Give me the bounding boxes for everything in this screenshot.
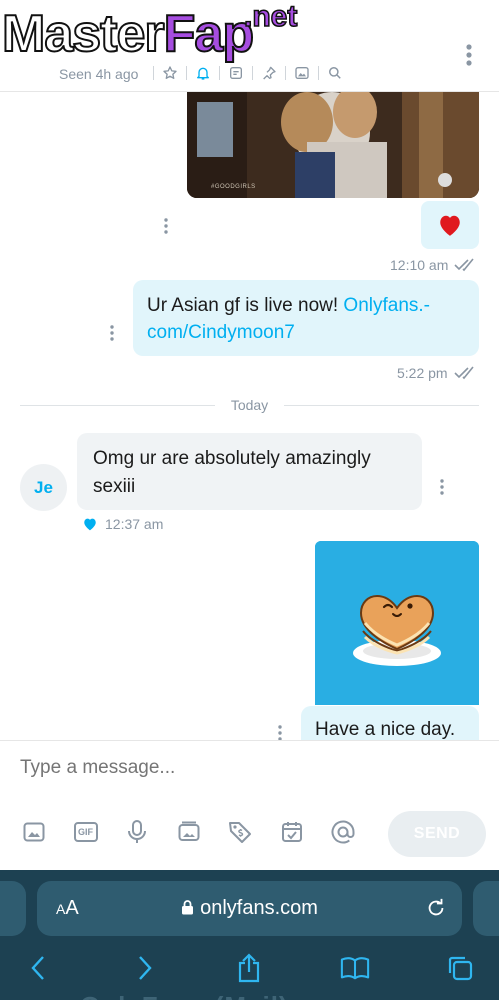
chat-header: MasterFap .net Seen 4h ago — [0, 0, 499, 92]
incoming-message[interactable]: Omg ur are absolutely amazingly sexiii — [77, 433, 422, 510]
back-icon[interactable] — [23, 953, 53, 983]
browser-nav-row — [0, 953, 499, 985]
last-seen-status: Seen 4h ago — [59, 66, 139, 82]
watermark-logo: MasterFap — [1, 5, 255, 63]
send-button[interactable]: SEND — [388, 811, 486, 857]
day-label: Today — [230, 397, 269, 413]
gif-icon[interactable]: GIF — [73, 819, 99, 845]
photo-caption: #GOODGIRLS — [211, 184, 256, 190]
star-icon[interactable] — [159, 63, 181, 83]
url-text: onlyfans.com — [200, 897, 318, 919]
message-text: Omg ur are absolutely amazingly sexiii — [93, 448, 371, 497]
page-title-ghost: OnlyFans (Mail) — [80, 991, 289, 1000]
previous-tab[interactable] — [0, 881, 26, 936]
bell-icon[interactable] — [192, 63, 214, 83]
gif-label: GIF — [78, 827, 93, 837]
timestamp: 12:10 am — [390, 257, 449, 273]
image-icon[interactable] — [291, 63, 313, 83]
message-composer: GIF SEND — [0, 740, 499, 870]
microphone-icon[interactable] — [124, 819, 150, 845]
tabs-icon[interactable] — [445, 953, 475, 983]
forward-icon[interactable] — [130, 953, 160, 983]
read-double-check-icon — [454, 258, 474, 272]
address-bar[interactable]: AAAA onlyfans.com — [37, 881, 462, 936]
mention-icon[interactable] — [330, 819, 356, 845]
media-vault-icon[interactable] — [176, 819, 202, 845]
message-input[interactable] — [20, 757, 460, 779]
avatar[interactable]: Je — [20, 464, 67, 511]
price-tag-icon[interactable] — [227, 819, 253, 845]
read-double-check-icon — [454, 366, 474, 380]
heart-message-time: 12:10 am — [390, 257, 478, 273]
outgoing-message[interactable]: Have a nice day. — [301, 706, 479, 740]
watermark-net: .net — [243, 0, 298, 34]
note-icon[interactable] — [225, 63, 247, 83]
url-display[interactable]: onlyfans.com — [37, 897, 462, 920]
timestamp: 12:37 am — [105, 516, 164, 532]
message-text: Have a nice day. — [315, 719, 456, 740]
bookmarks-icon[interactable] — [340, 953, 370, 983]
header-icon-row — [148, 63, 346, 83]
message-list[interactable]: #GOODGIRLS 12:10 am Ur Asian gf is live … — [0, 92, 499, 740]
reload-icon[interactable] — [425, 897, 447, 919]
message-text: Ur Asian gf is live now! — [147, 295, 344, 316]
more-options-icon[interactable] — [461, 42, 477, 70]
timestamp: 5:22 pm — [397, 365, 448, 381]
sent-photo[interactable]: #GOODGIRLS — [187, 92, 479, 198]
composer-toolbar: GIF — [21, 819, 382, 845]
sent-sticker[interactable] — [315, 541, 479, 705]
search-icon[interactable] — [324, 63, 346, 83]
message-options-icon[interactable] — [107, 324, 117, 342]
message-options-icon[interactable] — [161, 217, 171, 235]
message-options-icon[interactable] — [437, 478, 447, 496]
pin-icon[interactable] — [258, 63, 280, 83]
liked-heart-icon[interactable] — [82, 517, 98, 531]
schedule-icon[interactable] — [279, 819, 305, 845]
lock-icon — [182, 900, 194, 915]
heart-reaction-message[interactable] — [421, 201, 479, 249]
next-tab[interactable] — [473, 881, 499, 936]
incoming-message-time: 12:37 am — [82, 516, 163, 532]
message-options-icon[interactable] — [275, 724, 285, 740]
day-separator: Today — [20, 396, 479, 416]
promo-message-time: 5:22 pm — [397, 365, 478, 381]
browser-toolbar: AAAA onlyfans.com OnlyFans (Mail) — [0, 870, 499, 1000]
promo-message[interactable]: Ur Asian gf is live now! Onlyfans.-com/C… — [133, 280, 479, 356]
heart-icon — [440, 215, 460, 236]
image-icon[interactable] — [21, 819, 47, 845]
share-icon[interactable] — [234, 953, 264, 983]
